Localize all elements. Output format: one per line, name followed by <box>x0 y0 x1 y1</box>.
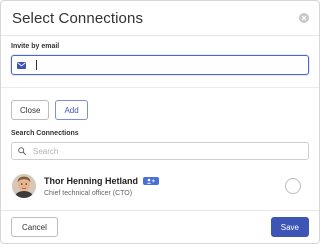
text-caret <box>36 60 37 70</box>
select-connections-dialog: Select Connections Invite by email Close… <box>0 0 320 244</box>
connection-name: Thor Henning Hetland <box>44 175 138 186</box>
cancel-button[interactable]: Cancel <box>11 217 58 237</box>
invite-email-input[interactable] <box>11 55 309 75</box>
select-radio[interactable] <box>285 178 301 194</box>
search-placeholder: Search <box>33 146 59 156</box>
search-connections-label: Search Connections <box>11 130 79 137</box>
connection-row[interactable]: Thor Henning Hetland Chief technical off… <box>11 170 309 202</box>
save-button[interactable]: Save <box>270 217 309 237</box>
close-button[interactable]: Close <box>11 100 50 120</box>
invite-actions: Close Add <box>11 100 309 120</box>
dialog-title: Select Connections <box>12 9 144 27</box>
avatar <box>12 174 36 198</box>
dialog-header: Select Connections <box>1 1 319 36</box>
divider <box>1 87 319 88</box>
add-button[interactable]: Add <box>55 100 88 120</box>
search-icon <box>18 147 26 155</box>
dialog-footer: Cancel Save <box>1 210 319 243</box>
user-plus-icon <box>143 176 159 185</box>
search-input[interactable]: Search <box>11 142 309 160</box>
connection-title: Chief technical officer (CTO) <box>44 189 133 197</box>
envelope-icon <box>17 61 27 69</box>
close-circle-icon[interactable] <box>299 13 309 23</box>
connection-info: Thor Henning Hetland Chief technical off… <box>44 176 159 197</box>
connection-name-row: Thor Henning Hetland <box>44 176 159 186</box>
invite-label: Invite by email <box>11 43 60 50</box>
dialog-content: Invite by email Close Add Search Connect… <box>1 36 319 202</box>
